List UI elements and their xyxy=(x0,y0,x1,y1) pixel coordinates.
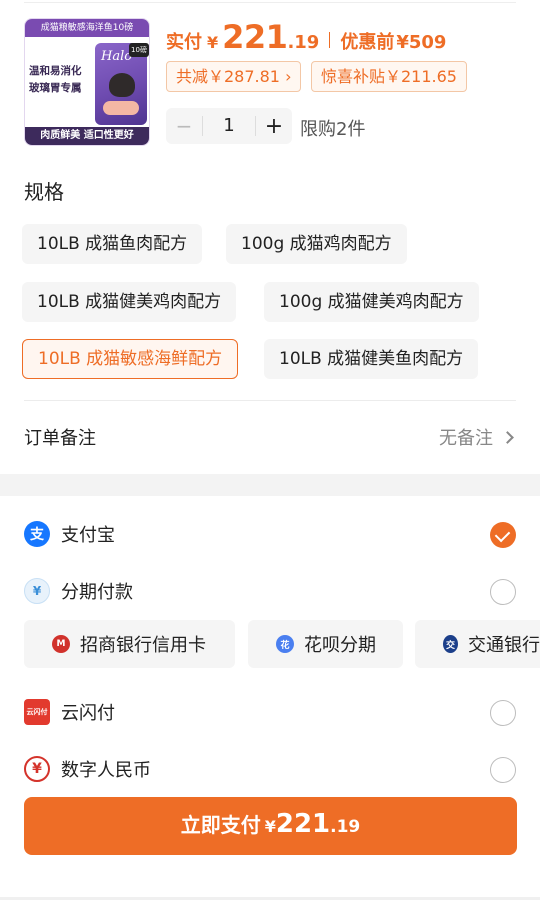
product-image[interactable]: 成猫粮敏感海洋鱼10磅 温和易消化 玻璃胃专属 Halo 10磅 肉质鲜美 适口… xyxy=(24,18,150,146)
spec-title: 规格 xyxy=(24,180,64,204)
bank-option-bocom[interactable]: 交 交通银行 xyxy=(415,620,540,668)
original-price: ¥509 xyxy=(396,32,447,53)
total-discount-tag[interactable]: 共减￥287.81 › xyxy=(166,61,302,92)
increase-button[interactable]: + xyxy=(256,108,292,144)
payment-label: 支付宝 xyxy=(61,525,115,546)
ecny-icon: ¥ xyxy=(24,756,50,782)
payment-option-installment[interactable]: ¥ 分期付款 xyxy=(24,571,516,611)
installment-icon: ¥ xyxy=(24,578,50,604)
actual-price-decimal: .19 xyxy=(287,32,320,53)
spec-option[interactable]: 10LB 成猫健美鸡肉配方 xyxy=(22,282,237,322)
bank-label: 招商银行信用卡 xyxy=(80,635,206,656)
payment-label: 云闪付 xyxy=(61,703,115,724)
bank-label: 花呗分期 xyxy=(304,635,376,656)
actual-price-integer: 221 xyxy=(222,18,288,56)
order-remark-label: 订单备注 xyxy=(24,428,96,449)
spec-option[interactable]: 10LB 成猫健美鱼肉配方 xyxy=(264,339,479,379)
decrease-button[interactable]: − xyxy=(166,108,202,144)
original-price-label: 优惠前 xyxy=(340,32,395,53)
radio-icon[interactable] xyxy=(490,757,516,783)
chevron-right-icon xyxy=(501,430,514,444)
bank-option-huabei[interactable]: 花 花呗分期 xyxy=(248,620,403,668)
price-row: 实付 ¥ 221 .19 优惠前 ¥509 xyxy=(166,18,446,62)
pay-amount-integer: 221 xyxy=(275,809,331,839)
pay-amount-decimal: .19 xyxy=(330,817,361,837)
spec-option-selected[interactable]: 10LB 成猫敏感海鲜配方 xyxy=(22,339,239,379)
unionpay-icon: 云闪付 xyxy=(24,699,50,725)
price-separator xyxy=(329,32,331,48)
product-banner: 成猫粮敏感海洋鱼10磅 xyxy=(25,19,149,37)
radio-icon[interactable] xyxy=(490,700,516,726)
order-remark-value: 无备注 xyxy=(439,428,493,449)
product-caption: 温和易消化 玻璃胃专属 xyxy=(29,65,82,94)
bag-weight-badge: 10磅 xyxy=(129,43,149,57)
actual-pay-label: 实付 xyxy=(166,32,202,53)
fish-illustration-icon xyxy=(103,101,139,115)
payment-label: 分期付款 xyxy=(61,582,133,603)
spec-option[interactable]: 100g 成猫健美鸡肉配方 xyxy=(264,282,479,322)
subsidy-tag: 惊喜补贴￥211.65 xyxy=(311,61,467,92)
bank-label: 交通银行 xyxy=(468,635,540,656)
payment-option-ecny[interactable]: ¥ 数字人民币 xyxy=(24,749,516,789)
cmb-icon: M xyxy=(52,635,70,653)
spec-option[interactable]: 10LB 成猫鱼肉配方 xyxy=(22,224,203,264)
payment-label: 数字人民币 xyxy=(61,760,151,781)
cat-illustration-icon xyxy=(109,73,135,97)
order-remark-button[interactable]: 无备注 xyxy=(439,424,514,450)
quantity-value[interactable]: 1 xyxy=(202,116,256,136)
bocom-icon: 交 xyxy=(443,635,458,653)
payment-option-alipay[interactable]: 支 支付宝 xyxy=(24,514,516,554)
section-gap xyxy=(0,474,540,496)
spec-option[interactable]: 100g 成猫鸡肉配方 xyxy=(226,224,407,264)
top-divider xyxy=(24,2,516,3)
quantity-stepper: − 1 + xyxy=(166,108,292,144)
product-bag-illustration: Halo 10磅 xyxy=(95,43,149,125)
bank-option-cmb[interactable]: M 招商银行信用卡 xyxy=(24,620,235,668)
bag-brand: Halo xyxy=(101,49,133,64)
pay-now-button[interactable]: 立即支付 ¥ 221 .19 xyxy=(24,797,517,855)
purchase-limit: 限购2件 xyxy=(300,119,366,140)
alipay-icon: 支 xyxy=(24,521,50,547)
huabei-icon: 花 xyxy=(276,635,294,653)
pay-currency: ¥ xyxy=(264,817,276,836)
payment-option-unionpay[interactable]: 云闪付 云闪付 xyxy=(24,692,516,732)
radio-checked-icon[interactable] xyxy=(490,522,516,548)
product-footer: 肉质鲜美 适口性更好 xyxy=(25,127,149,145)
radio-icon[interactable] xyxy=(490,579,516,605)
currency-symbol: ¥ xyxy=(207,33,219,52)
order-sheet: 成猫粮敏感海洋鱼10磅 温和易消化 玻璃胃专属 Halo 10磅 肉质鲜美 适口… xyxy=(0,0,540,474)
pay-now-label: 立即支付 xyxy=(180,813,261,837)
section-divider xyxy=(24,400,516,401)
